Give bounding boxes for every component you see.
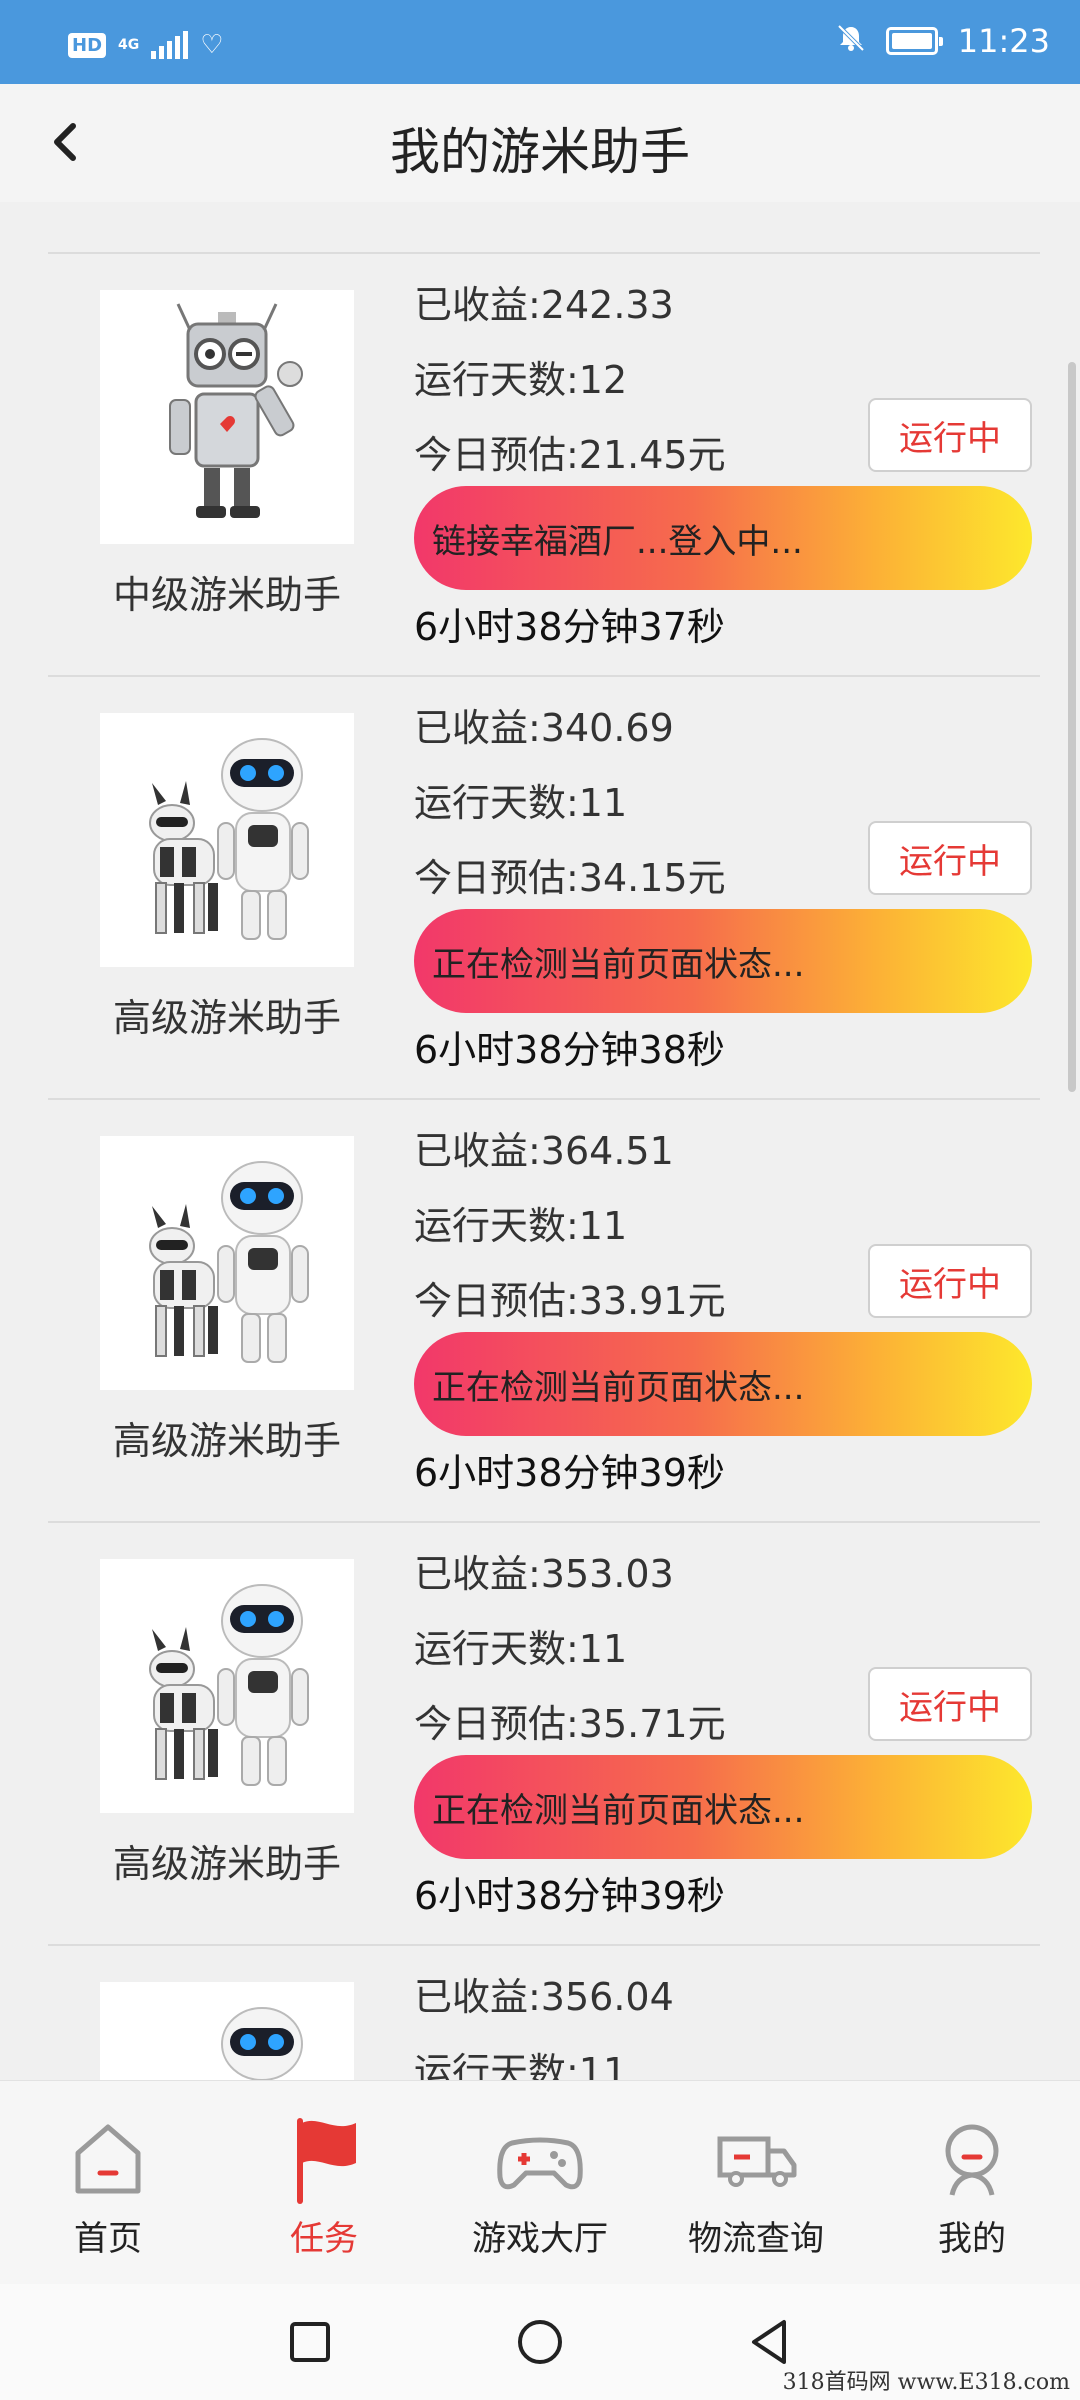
- progress-banner: 正在检测当前页面状态...: [414, 909, 1032, 1013]
- hd-badge: HD: [68, 32, 107, 58]
- clock: 11:23: [957, 22, 1050, 60]
- robot-advanced-icon: [149, 1584, 309, 1786]
- assistant-name: 中级游米助手: [112, 573, 341, 617]
- app-header: 我的游米助手: [0, 84, 1080, 202]
- bell-off-icon: [836, 23, 866, 60]
- run-timer: 6小时38分钟39秒: [414, 1451, 725, 1495]
- home-icon: [58, 2107, 158, 2207]
- profile-icon: [922, 2107, 1022, 2207]
- assistant-list[interactable]: 中级游米助手 已收益:242.33 运行天数:12 今日预估:21.45元 运行…: [0, 202, 1080, 2080]
- robot-advanced-icon: [221, 2007, 303, 2080]
- assistant-name: 高级游米助手: [112, 996, 341, 1040]
- progress-banner: 正在检测当前页面状态...: [414, 1332, 1032, 1436]
- tab-profile[interactable]: 我的: [864, 2081, 1080, 2285]
- earned-amount: 已收益:364.51: [414, 1129, 674, 1173]
- earned-amount: 已收益:242.33: [414, 283, 674, 327]
- assistant-name: 高级游米助手: [112, 1842, 341, 1886]
- run-days: 运行天数:11: [414, 2050, 628, 2080]
- tab-label: 任务: [290, 2219, 358, 2259]
- assistant-card[interactable]: 中级游米助手 已收益:242.33 运行天数:12 今日预估:21.45元 运行…: [48, 254, 1040, 677]
- assistant-card[interactable]: 高级游米助手 已收益:364.51 运行天数:11 今日预估:33.91元 运行…: [48, 1100, 1040, 1523]
- system-nav-bar: 318首码网 www.E318.com: [0, 2284, 1080, 2400]
- gamepad-icon: [490, 2107, 590, 2207]
- signal-icon: [151, 31, 189, 59]
- run-days: 运行天数:11: [414, 1627, 628, 1671]
- heart-icon: ♡: [200, 30, 224, 60]
- robot-image: [100, 290, 354, 544]
- assistant-card[interactable]: 高级游米助手 已收益:340.69 运行天数:11 今日预估:34.15元 运行…: [48, 677, 1040, 1100]
- tab-label: 我的: [938, 2219, 1006, 2259]
- battery-icon: [885, 27, 943, 55]
- running-status-button[interactable]: 运行中: [868, 1244, 1032, 1318]
- tab-home[interactable]: 首页: [0, 2081, 216, 2285]
- run-timer: 6小时38分钟39秒: [414, 1874, 725, 1918]
- network-type: 4G: [118, 37, 140, 53]
- today-estimate: 今日预估:35.71元: [414, 1702, 726, 1746]
- earned-amount: 已收益:356.04: [414, 1975, 674, 2019]
- watermark: 318首码网 www.E318.com: [782, 2370, 1070, 2395]
- today-estimate: 今日预估:21.45元: [414, 433, 726, 477]
- earned-amount: 已收益:340.69: [414, 706, 674, 750]
- progress-banner: 链接幸福酒厂...登入中...: [414, 486, 1032, 590]
- assistant-name: 高级游米助手: [112, 1419, 341, 1463]
- tab-label: 首页: [74, 2219, 142, 2259]
- running-status-button[interactable]: 运行中: [868, 1667, 1032, 1741]
- run-days: 运行天数:12: [414, 358, 628, 402]
- scrollbar[interactable]: [1068, 362, 1076, 1092]
- running-status-button[interactable]: 运行中: [868, 821, 1032, 895]
- run-timer: 6小时38分钟37秒: [414, 605, 725, 649]
- tab-logistics[interactable]: 物流查询: [648, 2081, 864, 2285]
- truck-icon: [706, 2107, 806, 2207]
- robot-advanced-icon: [149, 1161, 309, 1363]
- today-estimate: 今日预估:34.15元: [414, 856, 726, 900]
- robot-classic-icon: [169, 303, 303, 518]
- robot-image: [100, 1559, 354, 1813]
- earned-amount: 已收益:353.03: [414, 1552, 674, 1596]
- run-timer: 6小时38分钟38秒: [414, 1028, 725, 1072]
- robot-image: [100, 713, 354, 967]
- run-days: 运行天数:11: [414, 1204, 628, 1248]
- status-bar: HD 4G ♡ 11:23: [0, 0, 1080, 84]
- running-status-button[interactable]: 运行中: [868, 398, 1032, 472]
- tab-label: 物流查询: [688, 2219, 824, 2259]
- assistant-card[interactable]: 高级游米助手 已收益:353.03 运行天数:11 今日预估:35.71元 运行…: [48, 1523, 1040, 1946]
- tab-game-hall[interactable]: 游戏大厅: [432, 2081, 648, 2285]
- home-circle-icon[interactable]: [510, 2312, 570, 2372]
- tab-tasks[interactable]: 任务: [216, 2081, 432, 2285]
- recents-square-icon[interactable]: [280, 2312, 340, 2372]
- page-title: 我的游米助手: [390, 123, 690, 181]
- robot-image: [100, 1136, 354, 1390]
- bottom-tab-bar: 首页 任务 游戏大厅 物流查询 我的: [0, 2080, 1080, 2284]
- progress-banner: 正在检测当前页面状态...: [414, 1755, 1032, 1859]
- today-estimate: 今日预估:33.91元: [414, 1279, 726, 1323]
- robot-advanced-icon: [149, 738, 309, 940]
- robot-image: [100, 1982, 354, 2080]
- run-days: 运行天数:11: [414, 781, 628, 825]
- back-triangle-icon[interactable]: [740, 2312, 800, 2372]
- flag-icon: [274, 2107, 374, 2207]
- assistant-card[interactable]: 已收益:356.04 运行天数:11: [48, 1946, 1040, 2080]
- tab-label: 游戏大厅: [472, 2219, 608, 2259]
